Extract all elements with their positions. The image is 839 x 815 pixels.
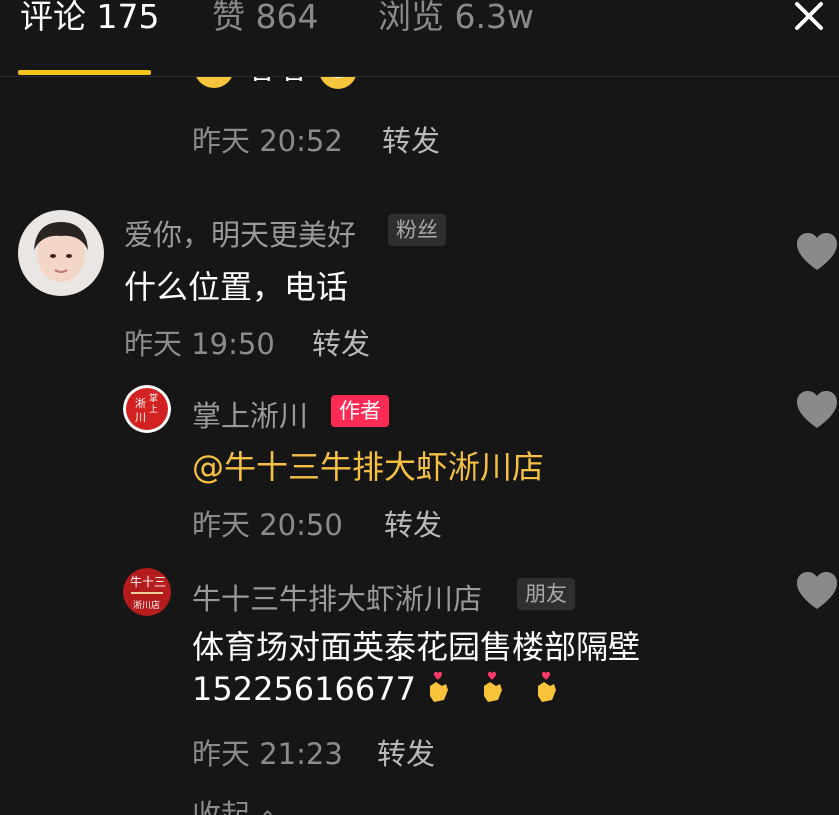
tab-comments[interactable]: 评论 175 <box>20 0 159 37</box>
finger-heart-icon <box>478 670 506 704</box>
heart-icon <box>797 233 837 270</box>
tab-likes[interactable]: 赞 864 <box>212 0 318 37</box>
mention-link[interactable]: @牛十三牛排大虾淅川店 <box>192 442 544 488</box>
friend-avatar[interactable]: 牛十三 淅川店 <box>123 568 171 616</box>
close-icon <box>795 2 823 30</box>
comment-author[interactable]: 牛十三牛排大虾淅川店 <box>192 576 482 618</box>
svg-text:淅: 淅 <box>135 396 146 410</box>
repost-button[interactable]: 转发 <box>384 502 442 544</box>
comment-time: 昨天 19:50 <box>124 327 275 361</box>
finger-heart-icon <box>532 670 560 704</box>
like-button[interactable] <box>795 571 839 611</box>
chevron-up-icon: ⌃ <box>259 806 276 815</box>
fan-badge: 粉丝 <box>388 214 446 246</box>
friend-badge: 朋友 <box>517 578 575 610</box>
comment-time: 昨天 20:52 <box>192 124 343 158</box>
avatar[interactable] <box>18 210 104 296</box>
comment-author[interactable]: 掌上淅川 <box>192 393 308 435</box>
comments-panel: 评论 175 赞 864 浏览 6.3w 嘻嘻 昨天 20:52 转发 <box>0 0 839 815</box>
svg-text:上: 上 <box>149 404 158 415</box>
svg-text:掌: 掌 <box>149 393 158 404</box>
repost-button[interactable]: 转发 <box>312 321 370 363</box>
like-button[interactable] <box>795 232 839 272</box>
author-avatar[interactable]: 淅 掌 上 川 <box>123 385 171 433</box>
heart-icon <box>797 391 837 428</box>
repost-button[interactable]: 转发 <box>382 118 440 160</box>
svg-text:淅川店: 淅川店 <box>133 599 160 611</box>
like-button[interactable] <box>795 390 839 430</box>
heart-icon <box>797 572 837 609</box>
comment-text: 什么位置，电话 <box>124 268 349 306</box>
comment-phone: 15225616677 <box>192 670 560 708</box>
svg-text:川: 川 <box>135 411 146 424</box>
comment-time: 昨天 20:50 <box>192 508 343 542</box>
tab-views[interactable]: 浏览 6.3w <box>378 0 534 37</box>
svg-text:牛十三: 牛十三 <box>130 574 166 589</box>
repost-button[interactable]: 转发 <box>377 731 435 773</box>
active-tab-indicator <box>18 70 151 75</box>
finger-heart-icon <box>424 670 452 704</box>
comment-author[interactable]: 爱你，明天更美好 <box>124 212 356 254</box>
collapse-label: 收起 <box>192 798 251 815</box>
comment-text: 体育场对面英泰花园售楼部隔壁 <box>192 628 641 666</box>
comment-time: 昨天 21:23 <box>192 737 343 771</box>
comments-header: 评论 175 赞 864 浏览 6.3w <box>0 0 839 77</box>
collapse-replies-button[interactable]: 收起 ⌃ <box>192 792 276 815</box>
author-badge: 作者 <box>331 395 389 427</box>
close-button[interactable] <box>787 0 831 38</box>
phone-number: 15225616677 <box>192 670 416 708</box>
